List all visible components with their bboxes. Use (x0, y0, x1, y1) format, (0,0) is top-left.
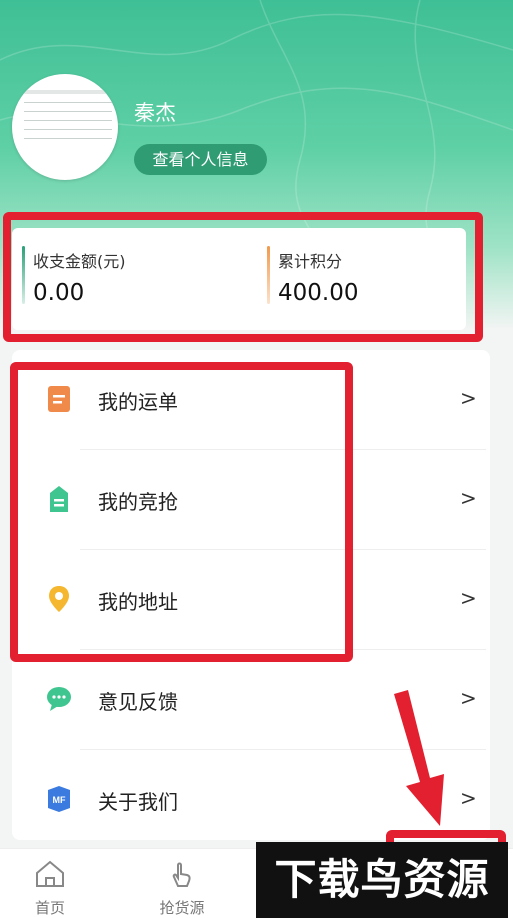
mf-logo-icon: MF (48, 786, 70, 812)
red-arrow-annotation (394, 690, 444, 826)
avatar[interactable] (12, 74, 118, 180)
menu-item-label: 关于我们 (98, 790, 178, 814)
highlight-box-menu (10, 362, 353, 662)
home-icon (36, 860, 64, 887)
highlight-box-stats (3, 212, 483, 342)
id-card-image (20, 90, 116, 162)
tab-grab-label: 抢货源 (159, 899, 205, 917)
chevron-right-icon: > (460, 386, 477, 410)
user-name: 秦杰 (134, 101, 176, 125)
hand-tap-icon (172, 862, 191, 887)
watermark: 下载鸟资源 (256, 842, 508, 918)
chevron-right-icon: > (460, 586, 477, 610)
view-personal-info-button[interactable]: 查看个人信息 (134, 144, 267, 175)
tab-grab-goods[interactable]: 抢货源 (142, 859, 222, 918)
chevron-right-icon: > (460, 486, 477, 510)
tab-home[interactable]: 首页 (10, 859, 90, 918)
menu-item-label: 意见反馈 (98, 690, 178, 714)
tab-home-label: 首页 (34, 899, 65, 917)
chevron-right-icon: > (460, 786, 477, 810)
svg-text:MF: MF (53, 795, 66, 805)
chevron-right-icon: > (460, 686, 477, 710)
chat-icon (47, 687, 71, 711)
